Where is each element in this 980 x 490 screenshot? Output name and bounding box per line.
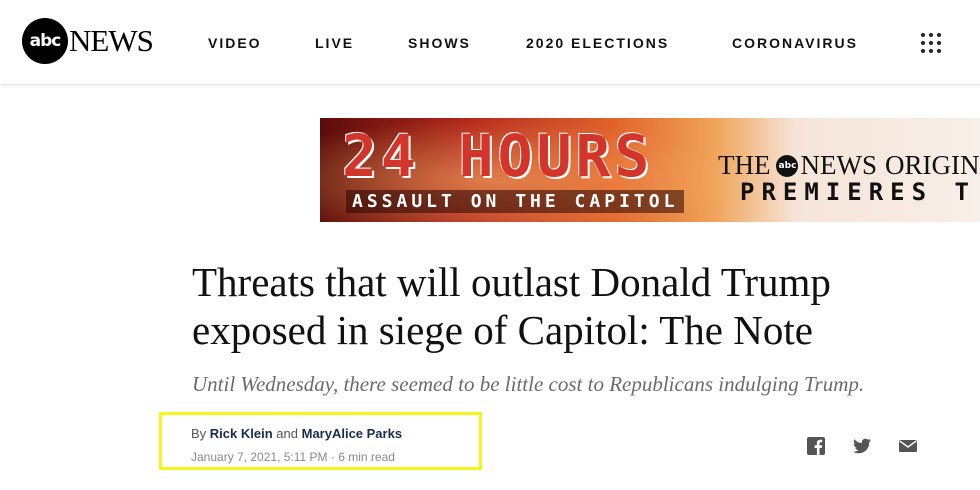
byline: By Rick Klein and MaryAlice Parks [191, 426, 402, 441]
article-headline: Threats that will outlast Donald Trump e… [192, 259, 831, 353]
read-time: 6 min read [338, 450, 395, 464]
banner-brand-line: THE abc NEWS ORIGINA [718, 150, 980, 181]
author-link-rick-klein[interactable]: Rick Klein [210, 426, 273, 441]
byline-prefix: By [191, 426, 207, 441]
banner-brand-news: NEWS [800, 150, 877, 180]
author-link-maryalice-parks[interactable]: MaryAlice Parks [302, 426, 402, 441]
banner-subtitle: ASSAULT ON THE CAPITOL [346, 190, 685, 213]
publish-date: January 7, 2021, 5:11 PM [191, 450, 328, 464]
banner-title: 24 HOURS [342, 122, 654, 190]
email-icon[interactable] [898, 436, 918, 456]
site-header: abc NEWS VIDEO LIVE SHOWS 2020 ELECTIONS… [0, 0, 980, 85]
promo-banner[interactable]: 24 HOURS ASSAULT ON THE CAPITOL THE abc … [320, 118, 980, 222]
logo-news-text: NEWS [69, 23, 154, 58]
article-subhead: Until Wednesday, there seemed to be litt… [192, 372, 865, 396]
facebook-icon[interactable] [806, 436, 826, 456]
nav-live[interactable]: LIVE [315, 35, 354, 51]
nav-video[interactable]: VIDEO [208, 35, 262, 51]
byline-and: and [276, 426, 298, 441]
abc-logo-mark: abc [22, 18, 68, 64]
banner-abc-mark: abc [776, 154, 799, 177]
abc-news-logo[interactable]: abc NEWS [22, 18, 154, 64]
twitter-icon[interactable] [852, 436, 872, 456]
banner-premieres: PREMIERES T [740, 178, 976, 206]
dateline: January 7, 2021, 5:11 PM · 6 min read [191, 450, 395, 464]
nav-shows[interactable]: SHOWS [408, 35, 471, 51]
banner-brand-suffix: ORIGINA [884, 150, 980, 180]
grid-menu-icon[interactable] [920, 32, 942, 54]
nav-2020-elections[interactable]: 2020 ELECTIONS [526, 35, 669, 51]
banner-brand-prefix: THE [718, 150, 771, 180]
nav-coronavirus[interactable]: CORONAVIRUS [732, 35, 858, 51]
